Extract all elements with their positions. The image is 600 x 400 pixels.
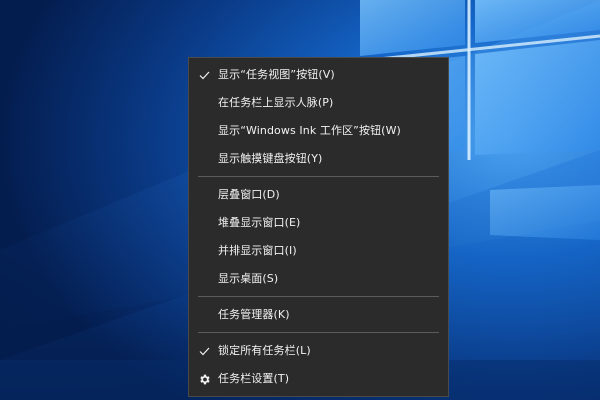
- menu-item-label: 在任务栏上显示人脉(P): [218, 96, 334, 109]
- menu-item-label: 层叠窗口(D): [218, 188, 280, 201]
- menu-item-label: 显示桌面(S): [218, 272, 279, 285]
- menu-item-lock-taskbars[interactable]: 锁定所有任务栏(L): [189, 337, 448, 365]
- menu-item-show-windows-ink-button[interactable]: 显示“Windows Ink 工作区”按钮(W): [189, 117, 448, 145]
- menu-item-show-people[interactable]: 在任务栏上显示人脉(P): [189, 89, 448, 117]
- menu-item-label: 显示触摸键盘按钮(Y): [218, 152, 323, 165]
- menu-item-icon-slot: [197, 265, 211, 293]
- menu-separator: [198, 296, 439, 297]
- menu-item-label: 并排显示窗口(I): [218, 244, 297, 257]
- menu-item-label: 堆叠显示窗口(E): [218, 216, 301, 229]
- menu-item-label: 任务管理器(K): [218, 308, 290, 321]
- menu-item-stack-windows[interactable]: 堆叠显示窗口(E): [189, 209, 448, 237]
- menu-item-show-task-view-button[interactable]: 显示“任务视图”按钮(V): [189, 61, 448, 89]
- menu-item-icon-slot: [197, 237, 211, 265]
- menu-separator: [198, 176, 439, 177]
- menu-item-icon-slot: [197, 89, 211, 117]
- menu-item-icon-slot: [197, 117, 211, 145]
- menu-item-label: 显示“任务视图”按钮(V): [218, 68, 335, 81]
- menu-item-cascade-windows[interactable]: 层叠窗口(D): [189, 181, 448, 209]
- menu-item-icon-slot: [197, 209, 211, 237]
- menu-item-icon-slot: [197, 181, 211, 209]
- menu-separator: [198, 332, 439, 333]
- taskbar-context-menu: 显示“任务视图”按钮(V) 在任务栏上显示人脉(P) 显示“Windows Ink …: [188, 57, 449, 397]
- gear-icon: [197, 365, 211, 393]
- menu-item-taskbar-settings[interactable]: 任务栏设置(T): [189, 365, 448, 393]
- checkmark-icon: [197, 61, 211, 89]
- menu-item-label: 锁定所有任务栏(L): [218, 344, 311, 357]
- menu-item-show-touch-keyboard-button[interactable]: 显示触摸键盘按钮(Y): [189, 145, 448, 173]
- menu-item-task-manager[interactable]: 任务管理器(K): [189, 301, 448, 329]
- menu-item-side-by-side-windows[interactable]: 并排显示窗口(I): [189, 237, 448, 265]
- checkmark-icon: [197, 337, 211, 365]
- menu-item-label: 显示“Windows Ink 工作区”按钮(W): [218, 124, 401, 137]
- menu-item-icon-slot: [197, 145, 211, 173]
- menu-item-label: 任务栏设置(T): [218, 372, 290, 385]
- menu-item-show-desktop[interactable]: 显示桌面(S): [189, 265, 448, 293]
- menu-item-icon-slot: [197, 301, 211, 329]
